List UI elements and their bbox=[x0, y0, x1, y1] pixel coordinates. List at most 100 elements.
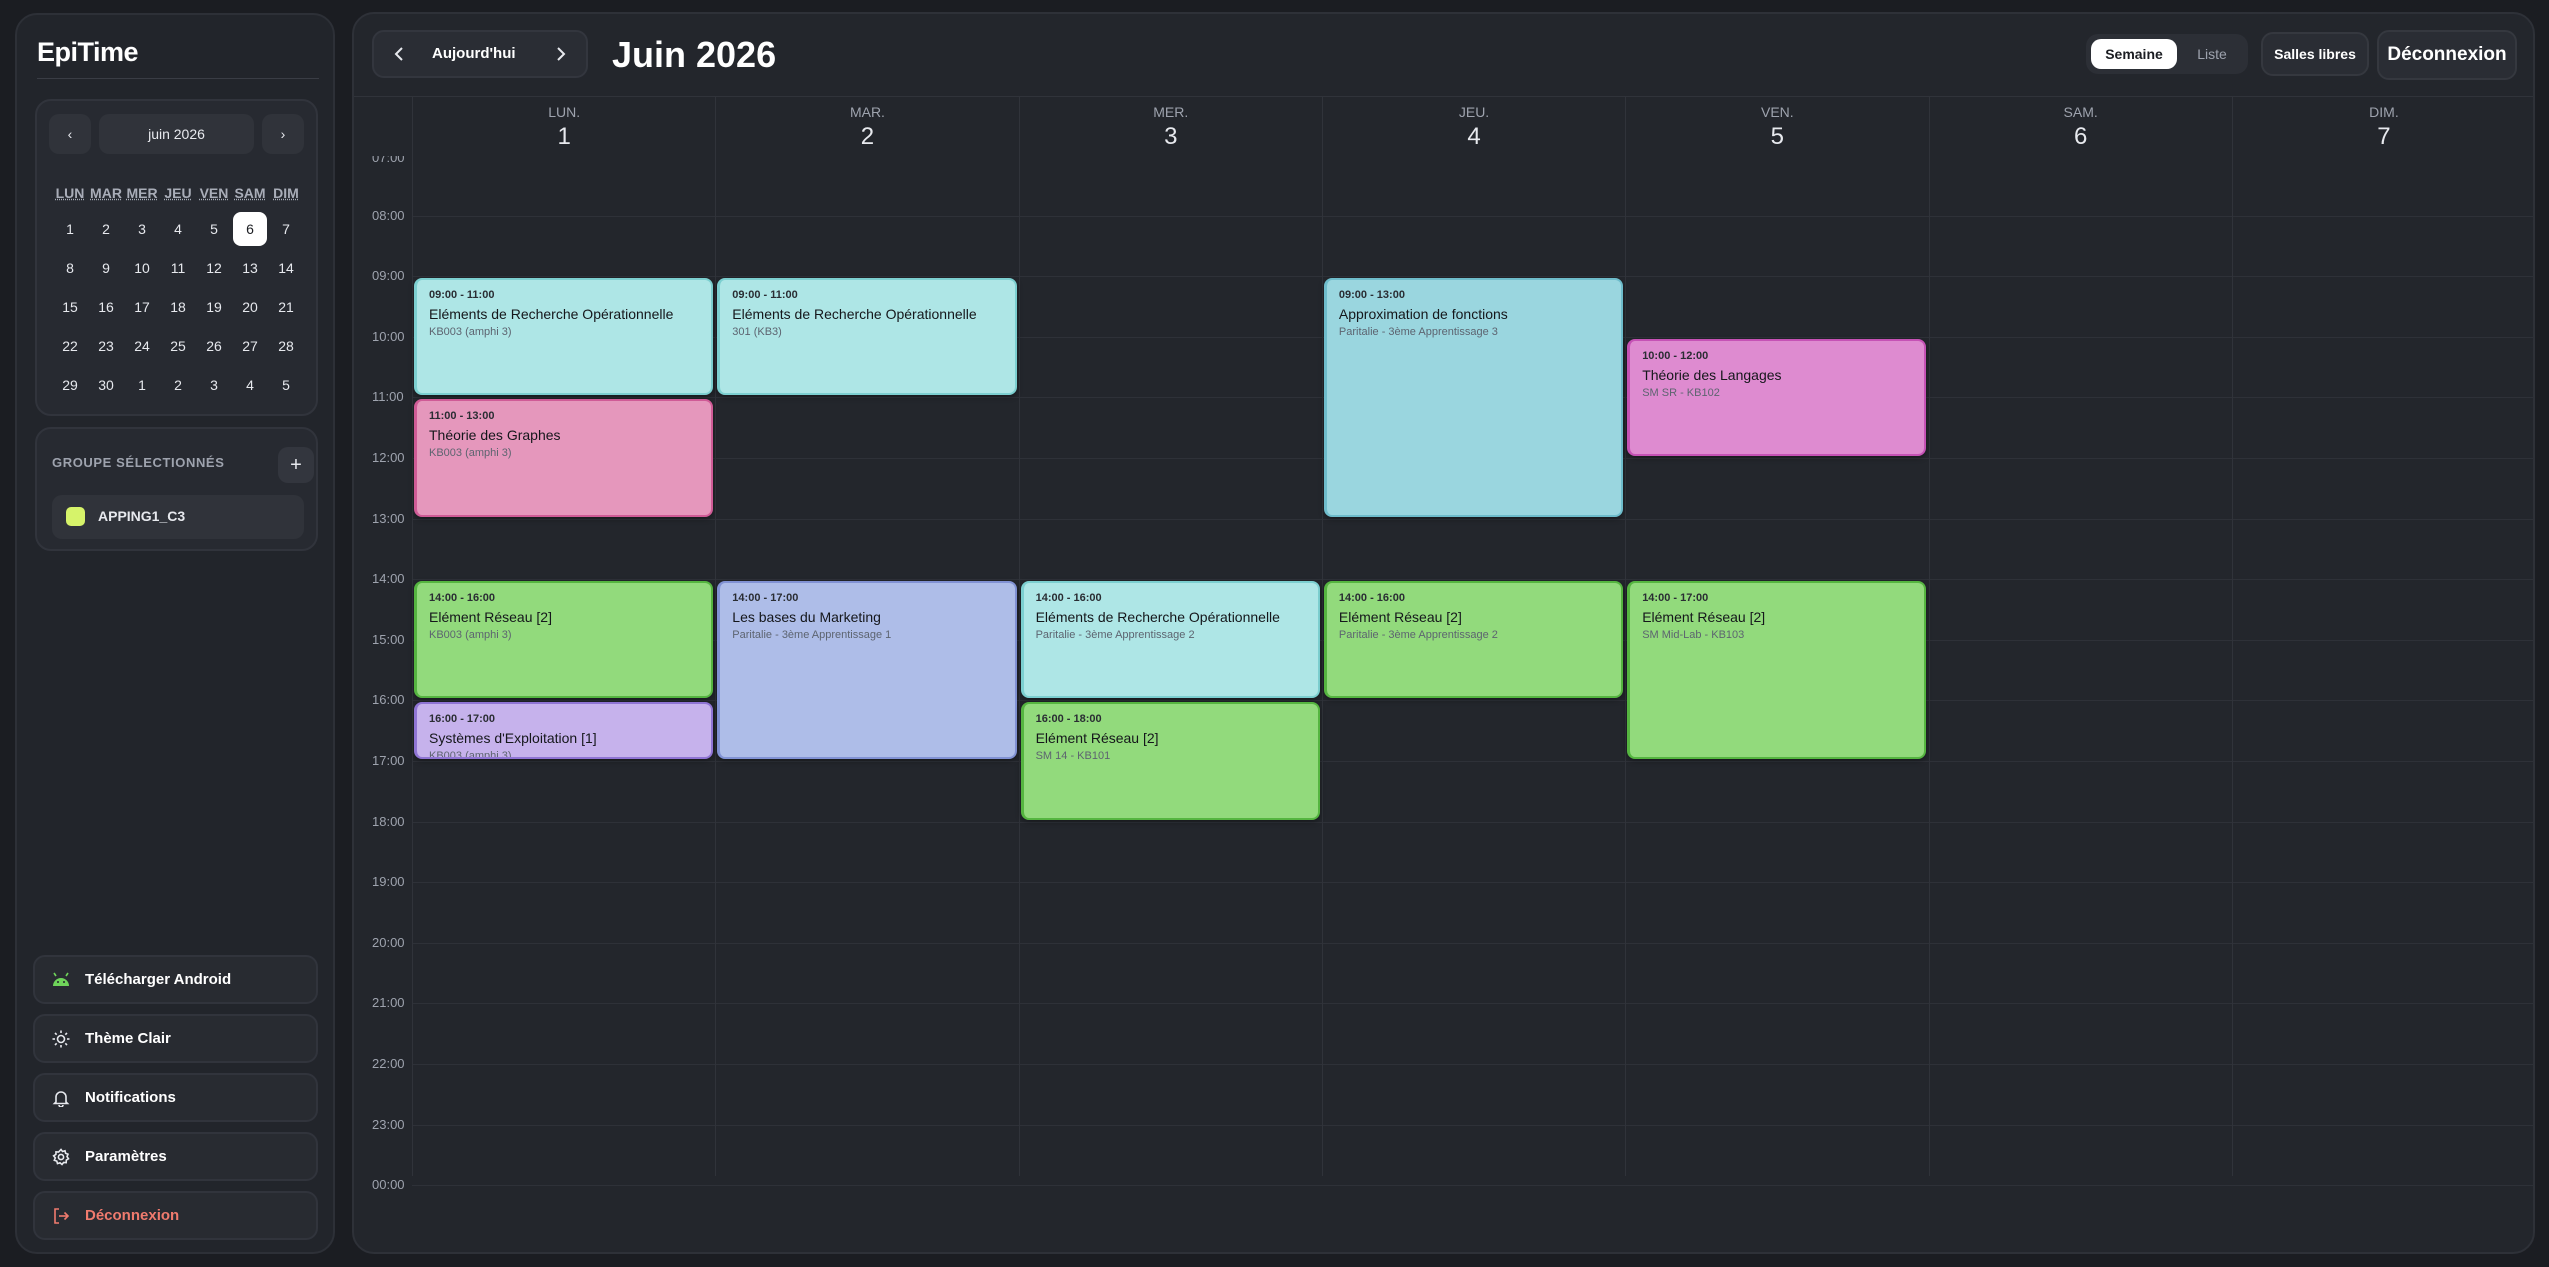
day-date: 7 bbox=[2377, 123, 2391, 150]
calendar-event[interactable]: 14:00 - 16:00 Elément Réseau [2] KB003 (am… bbox=[414, 581, 714, 699]
calendar-event[interactable]: 16:00 - 18:00 Elément Réseau [2] SM 14 - K… bbox=[1020, 702, 1320, 820]
logout-button[interactable]: Déconnexion bbox=[33, 1191, 318, 1240]
calendar-event[interactable]: 14:00 - 16:00 Eléments de Recherche Opéra… bbox=[1020, 581, 1320, 699]
hour-label: 08:00 bbox=[372, 207, 405, 223]
mini-calendar-day[interactable]: 19 bbox=[196, 287, 232, 326]
event-room: SM 14 - KB101 bbox=[1035, 750, 1111, 763]
chevron-left-icon bbox=[394, 47, 403, 61]
header-logout-button[interactable]: Déconnexion bbox=[2377, 30, 2517, 80]
calendar-event[interactable]: 10:00 - 12:00 Théorie des Langages SM SR -… bbox=[1627, 338, 1927, 456]
next-week-button[interactable] bbox=[536, 32, 586, 76]
today-button[interactable]: Aujourd'hui bbox=[432, 45, 516, 62]
mini-calendar-day[interactable]: 10 bbox=[124, 248, 160, 287]
previous-week-button[interactable] bbox=[374, 32, 424, 76]
light-theme-button[interactable]: Thème Clair bbox=[33, 1014, 318, 1063]
mini-calendar-day[interactable]: 30 bbox=[88, 365, 124, 404]
mini-calendar-day[interactable]: 22 bbox=[52, 326, 88, 365]
calendar-event[interactable]: 09:00 - 11:00 Eléments de Recherche Opéra… bbox=[717, 278, 1017, 396]
add-group-button[interactable]: + bbox=[278, 447, 314, 483]
mini-calendar-day[interactable]: 5 bbox=[268, 365, 304, 404]
mini-calendar-day[interactable]: 3 bbox=[196, 365, 232, 404]
mini-calendar-day[interactable]: 6 bbox=[232, 209, 268, 248]
day-number: 9 bbox=[102, 259, 110, 276]
mini-calendar-prev-button[interactable]: ‹ bbox=[49, 114, 91, 154]
mini-calendar-day[interactable]: 11 bbox=[160, 248, 196, 287]
day-name: LUN. bbox=[548, 104, 581, 120]
mini-calendar-day[interactable]: 2 bbox=[160, 365, 196, 404]
hour-line bbox=[412, 1124, 2533, 1126]
event-time: 16:00 - 17:00 bbox=[429, 713, 496, 726]
notifications-button[interactable]: Notifications bbox=[33, 1073, 318, 1122]
mini-calendar-day[interactable]: 13 bbox=[232, 248, 268, 287]
download-android-button[interactable]: Télécharger Android bbox=[33, 955, 318, 1004]
mini-calendar-day[interactable]: 14 bbox=[268, 248, 304, 287]
day-column-divider bbox=[1625, 156, 1627, 1176]
mini-calendar-day[interactable]: 1 bbox=[52, 209, 88, 248]
calendar-event[interactable]: 09:00 - 13:00 Approximation de fonctions P… bbox=[1323, 278, 1624, 517]
calendar-event[interactable]: 14:00 - 17:00 Les bases du Marketing Parit… bbox=[717, 581, 1017, 759]
hour-label: 20:00 bbox=[372, 934, 405, 950]
free-rooms-button[interactable]: Salles libres bbox=[2261, 32, 2369, 76]
mini-calendar-day[interactable]: 2 bbox=[88, 209, 124, 248]
day-number: 6 bbox=[233, 211, 267, 246]
mini-calendar-day[interactable]: 26 bbox=[196, 326, 232, 365]
mini-calendar-day[interactable]: 29 bbox=[52, 365, 88, 404]
mini-calendar-day[interactable]: 8 bbox=[52, 248, 88, 287]
mini-calendar-day[interactable]: 25 bbox=[160, 326, 196, 365]
mini-calendar-day[interactable]: 12 bbox=[196, 248, 232, 287]
day-number: 29 bbox=[62, 376, 78, 393]
day-number: 8 bbox=[66, 259, 74, 276]
mini-calendar-day[interactable]: 20 bbox=[232, 287, 268, 326]
event-title: Elément Réseau [2] bbox=[429, 609, 552, 626]
mini-calendar-day[interactable]: 18 bbox=[160, 287, 196, 326]
event-room: Paritalie - 3ème Apprentissage 3 bbox=[1338, 326, 1498, 339]
sun-icon bbox=[51, 1029, 71, 1049]
calendar-event[interactable]: 11:00 - 13:00 Théorie des Graphes KB003 (a… bbox=[414, 399, 714, 517]
mini-calendar-day[interactable]: 21 bbox=[268, 287, 304, 326]
calendar-event[interactable]: 16:00 - 17:00 Systèmes d'Exploitation [1]… bbox=[414, 702, 714, 759]
mini-calendar-day[interactable]: 1 bbox=[124, 365, 160, 404]
day-number: 12 bbox=[206, 259, 222, 276]
mini-calendar-day[interactable]: 7 bbox=[268, 209, 304, 248]
list-view-button[interactable]: Liste bbox=[2182, 39, 2242, 69]
day-number: 1 bbox=[66, 220, 74, 237]
week-calendar: LUN. 1 MAR. 2 MER. 3 JEU. 4 VEN. 5 SAM. 6 DIM. 7 07:0… bbox=[354, 96, 2533, 1252]
mini-calendar-day[interactable]: 4 bbox=[160, 209, 196, 248]
weekday-label: JEU bbox=[164, 185, 192, 201]
mini-calendar-day[interactable]: 17 bbox=[124, 287, 160, 326]
mini-calendar-day[interactable]: 28 bbox=[268, 326, 304, 365]
mini-calendar-day[interactable]: 24 bbox=[124, 326, 160, 365]
settings-button[interactable]: Paramètres bbox=[33, 1132, 318, 1181]
mini-calendar: ‹ juin 2026 › LUN MAR MER JEU VEN SAM DIM 1234… bbox=[35, 99, 318, 416]
hour-line bbox=[412, 821, 2533, 823]
hour-line bbox=[412, 1064, 2533, 1065]
week-view-button[interactable]: Semaine bbox=[2091, 39, 2177, 69]
hour-line bbox=[412, 942, 2533, 944]
mini-calendar-day[interactable]: 27 bbox=[232, 326, 268, 365]
mini-calendar-day[interactable]: 4 bbox=[232, 365, 268, 404]
group-item[interactable]: APPING1_C3 bbox=[52, 495, 304, 539]
calendar-event[interactable]: 14:00 - 17:00 Elément Réseau [2] SM Mid-La… bbox=[1627, 581, 1927, 759]
mini-calendar-day[interactable]: 9 bbox=[88, 248, 124, 287]
mini-calendar-days: 1 2 3 4 5 6 7 8 9 10 11 12 13 14 15 16 17 18 19 20 21 22 23 24 2… bbox=[52, 209, 304, 404]
mini-calendar-next-button[interactable]: › bbox=[262, 114, 304, 154]
day-column-divider bbox=[1321, 156, 1323, 1176]
group-color-swatch bbox=[66, 507, 85, 526]
event-title: Elément Réseau [2] bbox=[1642, 609, 1766, 626]
calendar-event[interactable]: 14:00 - 16:00 Elément Réseau [2] Paritalie… bbox=[1323, 581, 1624, 699]
mini-calendar-day[interactable]: 5 bbox=[196, 209, 232, 248]
mini-calendar-day[interactable]: 16 bbox=[88, 287, 124, 326]
hour-label: 21:00 bbox=[372, 995, 405, 1011]
mini-calendar-day[interactable]: 23 bbox=[88, 326, 124, 365]
divider bbox=[37, 78, 319, 79]
day-number: 26 bbox=[206, 337, 222, 354]
settings-label: Paramètres bbox=[85, 1148, 167, 1165]
mini-calendar-day[interactable]: 15 bbox=[52, 287, 88, 326]
event-room: Paritalie - 3ème Apprentissage 1 bbox=[732, 629, 892, 642]
mini-calendar-day[interactable]: 3 bbox=[124, 209, 160, 248]
weekday-label: LUN bbox=[55, 185, 85, 201]
calendar-event[interactable]: 09:00 - 11:00 Eléments de Recherche Opéra… bbox=[414, 278, 714, 396]
event-time: 09:00 - 13:00 bbox=[1338, 289, 1405, 302]
hour-line bbox=[412, 882, 2533, 884]
mini-calendar-month-label[interactable]: juin 2026 bbox=[99, 114, 254, 154]
